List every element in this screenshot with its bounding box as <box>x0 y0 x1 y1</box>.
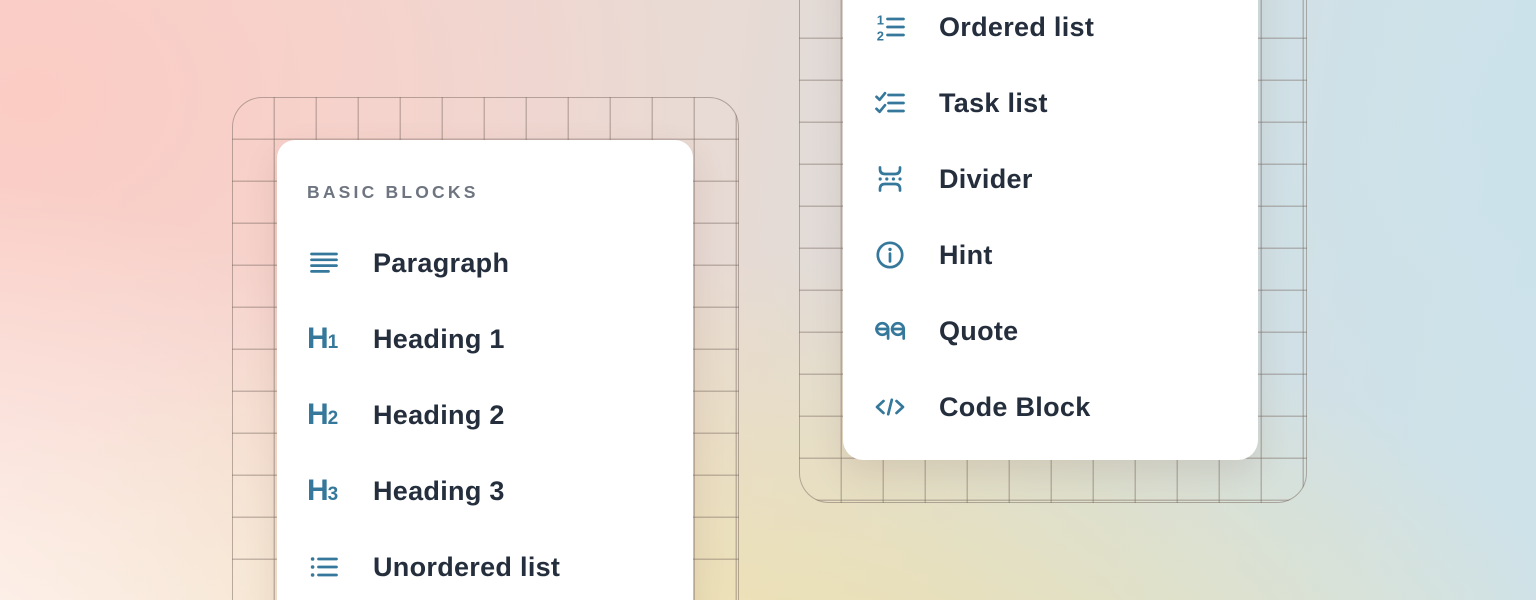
unordered-list-icon <box>307 550 341 584</box>
menu-item-hint[interactable]: Hint <box>873 217 1258 293</box>
menu-item-label: Task list <box>939 88 1048 119</box>
menu-item-label: Ordered list <box>939 12 1094 43</box>
svg-text:2: 2 <box>877 29 884 44</box>
menu-item-label: Code Block <box>939 392 1091 423</box>
hint-icon <box>873 238 907 272</box>
ordered-list-icon: 1 2 <box>873 10 907 44</box>
menu-item-label: Heading 1 <box>373 324 505 355</box>
menu-item-unordered-list[interactable]: Unordered list <box>307 529 693 600</box>
menu-item-divider[interactable]: Divider <box>873 141 1258 217</box>
task-list-icon <box>873 86 907 120</box>
heading-2-icon: H2 <box>307 398 341 432</box>
menu-item-label: Heading 3 <box>373 476 505 507</box>
menu-item-heading-1[interactable]: H1 Heading 1 <box>307 301 693 377</box>
heading-3-icon: H3 <box>307 474 341 508</box>
divider-icon <box>873 162 907 196</box>
menu-item-heading-2[interactable]: H2 Heading 2 <box>307 377 693 453</box>
code-block-icon <box>873 390 907 424</box>
basic-blocks-menu: BASIC BLOCKS Paragraph H1 Heading 1 H2 H… <box>277 140 693 600</box>
menu-item-heading-3[interactable]: H3 Heading 3 <box>307 453 693 529</box>
menu-item-label: Heading 2 <box>373 400 505 431</box>
blocks-menu-continued: 1 2 Ordered list Task list <box>843 0 1258 460</box>
menu-item-code-block[interactable]: Code Block <box>873 369 1258 445</box>
menu-item-label: Divider <box>939 164 1033 195</box>
block-menu-illustration: BASIC BLOCKS Paragraph H1 Heading 1 H2 H… <box>0 0 1536 600</box>
menu-item-label: Hint <box>939 240 993 271</box>
menu-item-label: Unordered list <box>373 552 560 583</box>
heading-1-icon: H1 <box>307 322 341 356</box>
menu-item-quote[interactable]: Quote <box>873 293 1258 369</box>
section-header: BASIC BLOCKS <box>307 180 693 204</box>
paragraph-icon <box>307 246 341 280</box>
menu-item-paragraph[interactable]: Paragraph <box>307 225 693 301</box>
menu-item-task-list[interactable]: Task list <box>873 65 1258 141</box>
menu-item-label: Quote <box>939 316 1019 347</box>
menu-item-label: Paragraph <box>373 248 509 279</box>
quote-icon <box>873 314 907 348</box>
svg-text:1: 1 <box>877 13 884 28</box>
menu-item-ordered-list[interactable]: 1 2 Ordered list <box>873 0 1258 65</box>
